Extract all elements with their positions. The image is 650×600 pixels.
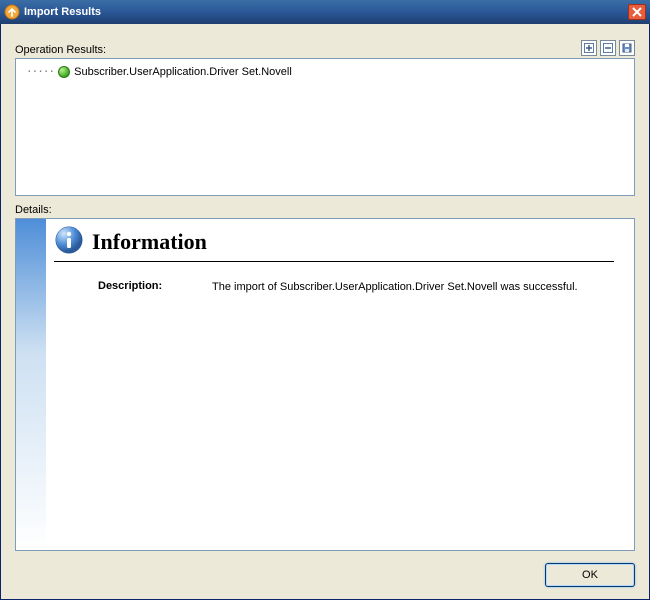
titlebar: Import Results xyxy=(0,0,650,24)
operation-header-row: Operation Results: xyxy=(15,36,635,58)
info-icon xyxy=(54,225,84,255)
save-results-button[interactable] xyxy=(619,40,635,56)
tree-item[interactable]: ····· Subscriber.UserApplication.Driver … xyxy=(20,65,630,78)
collapse-all-button[interactable] xyxy=(600,40,616,56)
dialog-buttons: OK xyxy=(15,551,635,587)
info-header: Information xyxy=(54,227,614,262)
app-icon xyxy=(4,4,20,20)
success-icon xyxy=(58,66,70,78)
close-icon xyxy=(632,7,642,17)
info-heading: Information xyxy=(92,229,207,255)
expand-all-button[interactable] xyxy=(581,40,597,56)
details-content: Information Description: The import of S… xyxy=(46,219,634,550)
operation-results-label: Operation Results: xyxy=(15,44,106,56)
close-button[interactable] xyxy=(628,4,646,20)
description-text: The import of Subscriber.UserApplication… xyxy=(212,280,614,295)
dialog-body: Operation Results: xyxy=(0,24,650,600)
description-label: Description: xyxy=(98,280,188,292)
tree-connector: ····· xyxy=(26,65,54,78)
description-row: Description: The import of Subscriber.Us… xyxy=(54,280,614,295)
window-title: Import Results xyxy=(24,6,101,18)
details-label: Details: xyxy=(15,204,635,216)
operation-results-tree[interactable]: ····· Subscriber.UserApplication.Driver … xyxy=(15,58,635,196)
minus-icon xyxy=(603,43,613,53)
details-panel: Information Description: The import of S… xyxy=(15,218,635,551)
details-side-strip xyxy=(16,219,46,550)
results-toolbar xyxy=(581,40,635,56)
plus-icon xyxy=(584,43,594,53)
ok-button[interactable]: OK xyxy=(545,563,635,587)
save-icon xyxy=(622,43,632,53)
tree-item-label: Subscriber.UserApplication.Driver Set.No… xyxy=(74,66,292,78)
